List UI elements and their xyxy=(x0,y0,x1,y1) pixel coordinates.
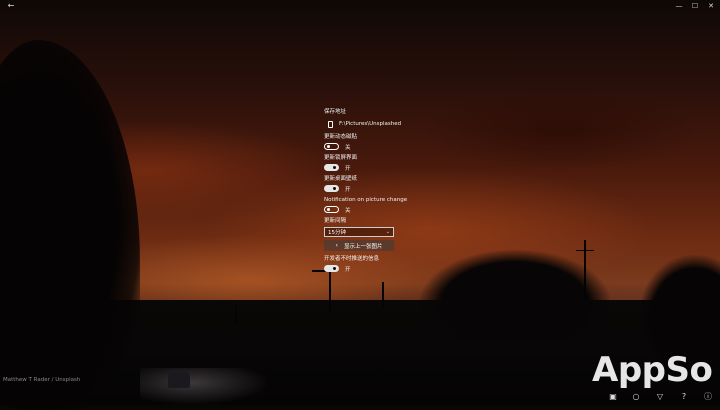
toggle-knob xyxy=(327,208,330,211)
save-location-picker[interactable]: F:\Pictures\Unsplashed xyxy=(328,118,434,130)
chevron-left-icon: ‹ xyxy=(335,242,338,249)
car-silhouette xyxy=(168,372,190,388)
lock-screen-toggle[interactable] xyxy=(324,164,339,171)
live-tile-state: 关 xyxy=(345,144,351,151)
toggle-knob xyxy=(333,187,336,190)
help-icon[interactable]: ? xyxy=(678,392,690,402)
wallpaper-toggle[interactable] xyxy=(324,185,339,192)
dev-messages-toggle[interactable] xyxy=(324,265,339,272)
tree-silhouette-middle xyxy=(420,250,610,340)
appso-watermark: AppSo xyxy=(592,350,713,390)
notification-state: 关 xyxy=(345,207,351,214)
lock-screen-label: 更新锁屏界面 xyxy=(324,155,358,161)
dev-messages-state: 开 xyxy=(345,266,351,273)
photo-credit[interactable]: Matthew T Rader / Unsplash xyxy=(3,377,80,383)
toggle-knob xyxy=(333,267,336,270)
back-button[interactable]: ← xyxy=(4,0,18,12)
notification-toggle[interactable] xyxy=(324,206,339,213)
circle-icon[interactable]: ○ xyxy=(630,392,642,402)
save-icon[interactable]: ▣ xyxy=(607,392,619,402)
wallpaper-state: 开 xyxy=(345,186,351,193)
folder-icon xyxy=(328,120,333,128)
live-tile-label: 更新动态磁贴 xyxy=(324,134,358,140)
save-location-label: 保存地址 xyxy=(324,109,347,115)
settings-panel: 保存地址 F:\Pictures\Unsplashed 更新动态磁贴 关 更新锁… xyxy=(324,108,434,276)
street-light-pole xyxy=(329,272,331,312)
lock-screen-state: 开 xyxy=(345,165,351,172)
utility-pole xyxy=(382,282,384,307)
interval-value: 15分钟 xyxy=(328,230,346,236)
dev-messages-label: 开发者不时推送的信息 xyxy=(324,256,380,262)
chevron-down-icon: ⌄ xyxy=(385,229,390,235)
toggle-knob xyxy=(327,145,330,148)
filter-icon[interactable]: ▽ xyxy=(654,392,666,402)
save-location-path: F:\Pictures\Unsplashed xyxy=(339,121,402,127)
toggle-knob xyxy=(333,166,336,169)
road-reflection xyxy=(140,368,270,405)
power-line-pole xyxy=(584,240,586,300)
notification-label: Notification on picture change xyxy=(324,197,408,203)
previous-picture-label: 显示上一张图片 xyxy=(343,243,383,250)
wallpaper-label: 更新桌面壁纸 xyxy=(324,176,358,182)
previous-picture-button[interactable]: ‹ 显示上一张图片 xyxy=(324,240,394,251)
power-line-crossbar xyxy=(576,250,594,251)
interval-label: 更新间隔 xyxy=(324,218,347,224)
street-light-pole-far xyxy=(235,305,237,325)
interval-select[interactable]: 15分钟 ⌄ xyxy=(324,227,394,237)
live-tile-toggle[interactable] xyxy=(324,143,339,150)
close-button[interactable]: ✕ xyxy=(702,0,720,12)
info-icon[interactable]: ⓘ xyxy=(702,392,714,402)
